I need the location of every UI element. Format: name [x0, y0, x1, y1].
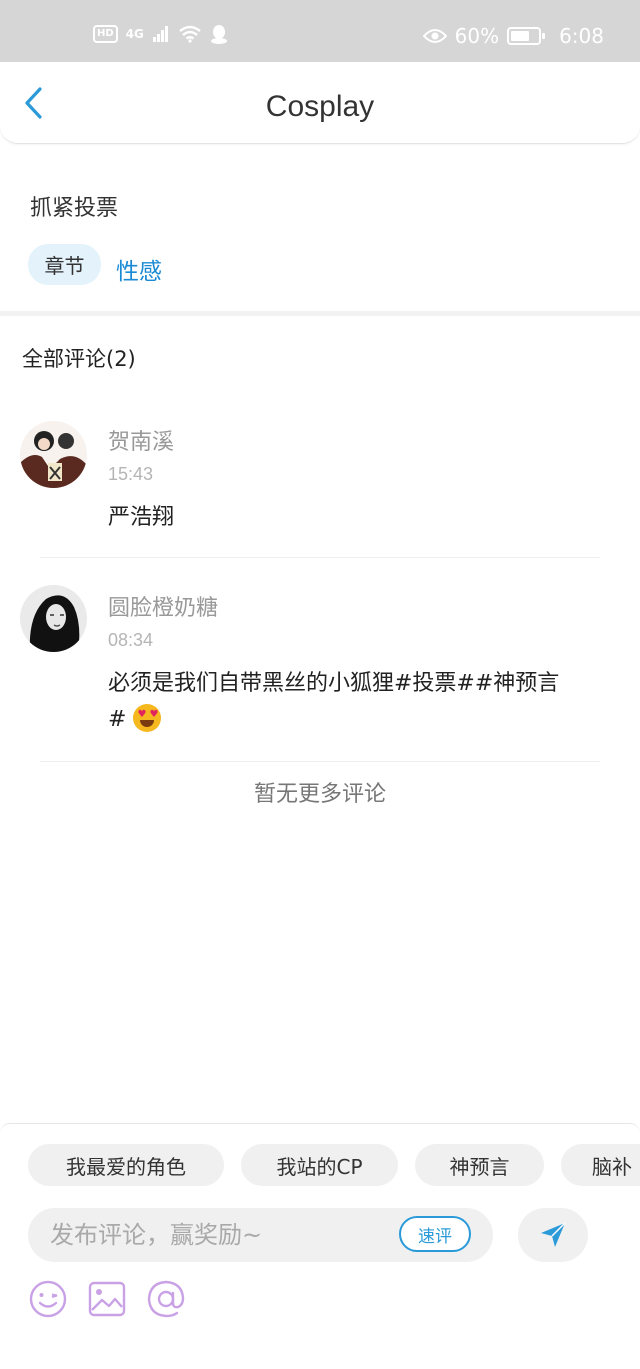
topic-title: 抓紧投票 [30, 196, 119, 221]
signal-icon [152, 26, 168, 42]
comment-text-line: # ♥ ♥ [108, 702, 628, 738]
wifi-icon [179, 25, 201, 43]
qq-icon [210, 25, 227, 44]
comment-text-line: 必须是我们自带黑丝的小狐狸#投票##神预言 [108, 671, 560, 696]
page-title: Cosplay [265, 90, 375, 123]
emoji-icon[interactable] [28, 1279, 68, 1319]
comment-divider [40, 761, 600, 762]
comment-author[interactable]: 圆脸橙奶糖 [108, 590, 218, 622]
mention-icon[interactable] [146, 1279, 186, 1319]
battery-percent: 60% [454, 24, 500, 48]
comment-input[interactable] [50, 1218, 390, 1252]
status-bar: HD 4G 60% 6:08 [0, 0, 640, 62]
image-icon[interactable] [87, 1279, 127, 1319]
comment-time: 08:34 [108, 630, 154, 650]
eye-icon [422, 29, 447, 43]
avatar[interactable] [20, 421, 87, 488]
app-header: Cosplay [0, 62, 640, 144]
topic-section: 抓紧投票 章节 性感 [0, 144, 640, 312]
tag-chip: 章节 [28, 244, 101, 285]
battery-icon [507, 27, 546, 45]
status-right: 60% 6:08 [422, 24, 604, 48]
quick-chip-row: 我最爱的角色 我站的CP 神预言 脑补 [0, 1144, 640, 1188]
status-left: HD 4G [93, 24, 228, 44]
tag-value-link[interactable]: 性感 [116, 252, 162, 286]
comment-divider [40, 557, 600, 558]
hd-icon: HD [93, 25, 118, 43]
comments-header: 全部评论(2) [22, 347, 136, 371]
avatar[interactable] [20, 585, 87, 652]
send-button[interactable] [518, 1208, 588, 1262]
quick-review-button[interactable]: 速评 [399, 1216, 471, 1252]
heart-eyes-emoji-icon: ♥ ♥ [133, 704, 162, 732]
quick-chip[interactable]: 脑补 [561, 1144, 640, 1186]
quick-chip[interactable]: 我最爱的角色 [28, 1144, 224, 1186]
comment-text: 必须是我们自带黑丝的小狐狸#投票##神预言 # ♥ ♥ [108, 666, 628, 738]
signal-label: 4G [125, 27, 144, 41]
clock: 6:08 [559, 24, 604, 48]
comment-time: 15:43 [108, 464, 154, 484]
comment-text: 严浩翔 [108, 505, 175, 530]
section-divider [0, 311, 640, 316]
comment-composer: 我最爱的角色 我站的CP 神预言 脑补 速评 [0, 1123, 640, 1369]
comment-text-hash: # [108, 707, 127, 732]
no-more-comments: 暂无更多评论 [253, 782, 386, 807]
comment-input-wrapper: 速评 [28, 1208, 493, 1262]
quick-chip[interactable]: 神预言 [415, 1144, 544, 1186]
quick-chip[interactable]: 我站的CP [241, 1144, 398, 1186]
send-icon [541, 1222, 566, 1247]
comment-author[interactable]: 贺南溪 [108, 424, 174, 456]
